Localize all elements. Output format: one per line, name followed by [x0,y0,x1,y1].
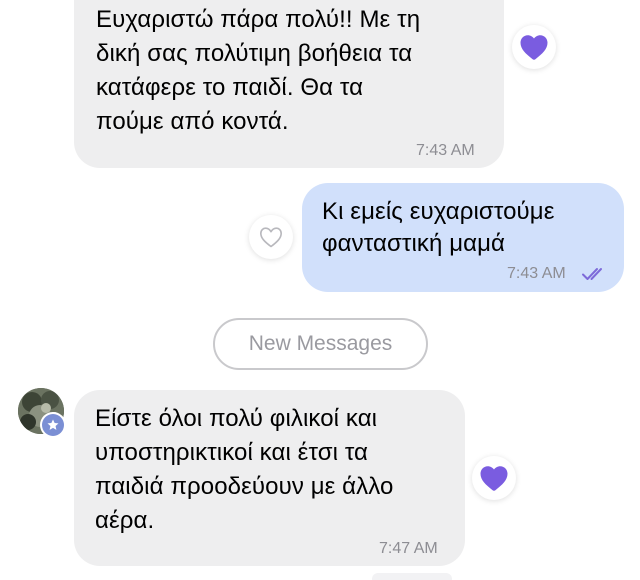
reaction-button[interactable] [472,456,516,500]
chat-screen: Ευχαριστώ πάρα πολύ!! Με τη δική σας πολ… [0,0,640,580]
separator-label: New Messages [248,332,393,355]
reaction-button[interactable] [512,25,556,69]
message-timestamp: 7:47 AM [379,540,438,557]
next-message-fragment [372,573,452,580]
message-text-line: παιδιά προοδεύουν με άλλο [95,473,394,500]
message-text-line: Ευχαριστώ πάρα πολύ!! Με τη [96,6,421,33]
message-text-line: κατάφερε το παιδί. Θα τα [96,74,364,101]
message-text-line: πούμε από κοντά. [96,108,289,135]
message-text-line: υποστηρικτικοί και έτσι τα [95,439,369,466]
purple-heart-icon [480,466,508,491]
heart-outline-icon [260,227,282,248]
read-double-check-icon [582,268,602,280]
message-text-line: φανταστική μαμά [322,230,505,257]
new-messages-separator: New Messages [213,318,428,370]
message-text-line: δική σας πολύτιμη βοήθεια τα [96,40,413,67]
star-icon [47,419,59,430]
purple-heart-icon [520,35,548,60]
message-timestamp: 7:43 AM [416,142,475,159]
message-text-line: Κι εμείς ευχαριστούμε [322,198,555,225]
message-timestamp: 7:43 AM [507,265,566,282]
member-badge [40,412,66,438]
message-text-line: Είστε όλοι πολύ φιλικοί και [95,405,378,432]
message-text-line: αέρα. [95,507,155,534]
reaction-button[interactable] [249,215,293,259]
